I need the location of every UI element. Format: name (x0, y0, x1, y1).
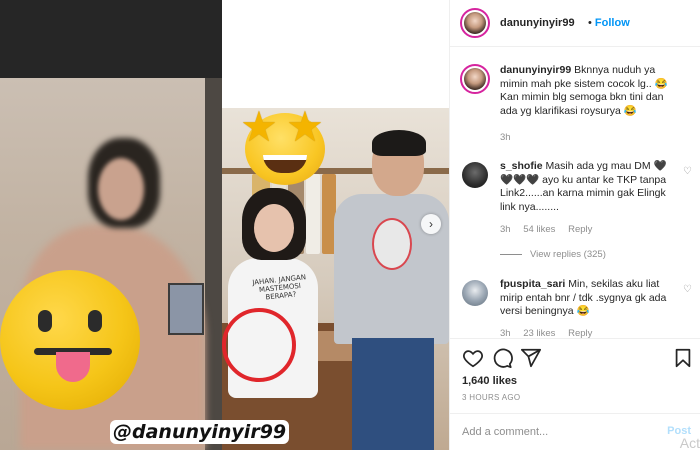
red-circle-annotation (222, 308, 296, 382)
heart-icon[interactable]: ♡ (683, 284, 692, 295)
view-replies-button[interactable]: View replies (325) (500, 249, 606, 260)
comment-username[interactable]: fpuspita_sari (500, 278, 565, 290)
comment-item: fpuspita_sari Min, sekilas aku liat miri… (460, 278, 692, 338)
post-sidebar: danunyinyir99 • Follow danunyinyir99 Bkn… (449, 0, 700, 450)
share-icon[interactable] (520, 347, 542, 369)
avatar[interactable] (460, 278, 490, 308)
heart-icon[interactable]: ♡ (683, 166, 692, 177)
reply-button[interactable]: Reply (568, 328, 592, 338)
bookmark-icon[interactable] (672, 347, 694, 369)
avatar[interactable] (460, 8, 490, 38)
post-media[interactable]: JAHAN. JANGAN MASTEMOSI BERAPA? ★ ★ @dan… (0, 0, 449, 450)
comment-likes[interactable]: 23 likes (523, 328, 555, 338)
follow-button[interactable]: Follow (595, 17, 630, 29)
post-timestamp: 3 HOURS AGO (462, 393, 521, 402)
chevron-right-icon[interactable]: › (421, 214, 441, 234)
left-photo (0, 0, 222, 450)
watermark-text: @danunyinyir99 (110, 420, 290, 444)
comment-username[interactable]: s_shofie (500, 160, 543, 172)
star-eyes-emoji-sticker: ★ ★ (239, 106, 331, 185)
caption-time: 3h (500, 132, 511, 143)
comment-likes[interactable]: 54 likes (523, 224, 555, 235)
caption: danunyinyir99 Bknnya nuduh ya mimin mah … (460, 64, 692, 154)
avatar[interactable] (460, 160, 490, 190)
avatar[interactable] (460, 64, 490, 94)
reply-button[interactable]: Reply (568, 224, 592, 235)
tv-screen (168, 283, 204, 335)
heart-icon[interactable] (462, 347, 484, 369)
comment-item: s_shofie Masih ada yg mau DM 🖤 🖤🖤🖤 ayo k… (460, 160, 692, 270)
action-bar: 1,640 likes 3 HOURS AGO (450, 338, 700, 413)
comment-time: 3h (500, 328, 511, 338)
username-link[interactable]: danunyinyir99 (500, 17, 575, 29)
add-comment-bar: Post (450, 413, 700, 450)
comment-input[interactable] (462, 424, 642, 440)
comments-list[interactable]: danunyinyir99 Bknnya nuduh ya mimin mah … (450, 48, 700, 338)
tongue-emoji-sticker (0, 270, 140, 410)
post-header: danunyinyir99 • Follow (450, 0, 700, 47)
comment-icon[interactable] (491, 347, 513, 369)
activate-windows-text: Act (679, 435, 700, 450)
likes-count[interactable]: 1,640 likes (462, 375, 517, 387)
comment-time: 3h (500, 224, 511, 235)
separator-dot: • (588, 17, 592, 29)
caption-username[interactable]: danunyinyir99 (500, 64, 571, 76)
